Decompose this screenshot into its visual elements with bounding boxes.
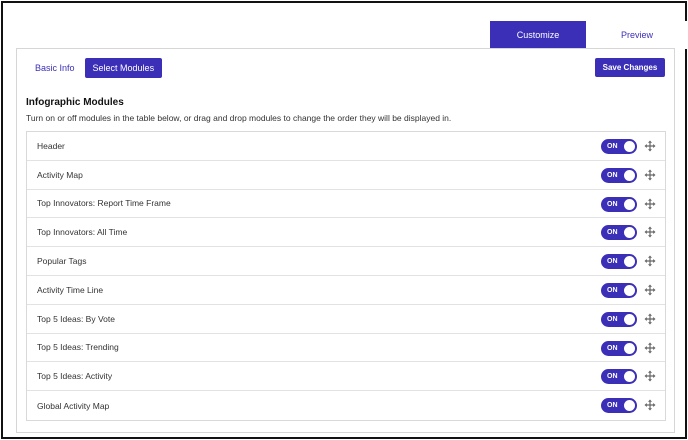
drag-move-icon[interactable]: [644, 169, 656, 181]
module-label: Activity Map: [37, 169, 83, 180]
drag-move-icon[interactable]: [644, 342, 656, 354]
window-frame: Customize Preview Basic Info Select Modu…: [1, 1, 688, 439]
subtab-basic-info[interactable]: Basic Info: [29, 58, 81, 78]
toggle-state: ON: [607, 286, 618, 294]
customize-panel: Basic Info Select Modules Save Changes I…: [16, 48, 675, 433]
module-row[interactable]: Top 5 Ideas: Activity ON: [27, 362, 665, 392]
tab-preview[interactable]: Preview: [586, 21, 688, 49]
module-toggle[interactable]: ON: [601, 196, 637, 212]
module-toggle[interactable]: ON: [601, 139, 637, 154]
section-description: Turn on or off modules in the table belo…: [26, 113, 452, 123]
drag-move-icon[interactable]: [644, 198, 656, 210]
tab-customize[interactable]: Customize: [490, 21, 586, 49]
module-label: Activity Time Line: [37, 284, 104, 295]
module-row[interactable]: Popular Tags ON: [27, 247, 665, 276]
toggle-knob: [624, 169, 635, 181]
drag-move-icon[interactable]: [644, 284, 656, 296]
module-label: Top 5 Ideas: Activity: [37, 371, 113, 382]
section-title: Infographic Modules: [26, 97, 124, 108]
toggle-knob: [624, 141, 635, 152]
top-tab-bar: Customize Preview: [490, 21, 688, 49]
toggle-state: ON: [607, 258, 618, 266]
module-label: Top 5 Ideas: By Vote: [37, 313, 115, 324]
toggle-knob: [624, 284, 635, 296]
module-toggle[interactable]: ON: [601, 369, 637, 385]
module-label: Header: [37, 140, 65, 151]
toggle-state: ON: [607, 171, 618, 179]
drag-move-icon[interactable]: [644, 370, 656, 382]
toggle-knob: [624, 342, 635, 354]
module-toggle[interactable]: ON: [601, 311, 637, 327]
module-row[interactable]: Activity Map ON: [27, 161, 665, 190]
save-changes-button[interactable]: Save Changes: [595, 58, 665, 77]
subtab-select-modules[interactable]: Select Modules: [84, 58, 163, 78]
toggle-knob: [624, 371, 635, 383]
modules-table: Header ON Activity Map ON Top Innovators…: [26, 131, 666, 421]
module-toggle[interactable]: ON: [601, 398, 637, 414]
module-label: Global Activity Map: [37, 400, 110, 411]
module-label: Top Innovators: All Time: [37, 227, 128, 238]
toggle-knob: [624, 198, 635, 210]
module-row[interactable]: Top Innovators: Report Time Frame ON: [27, 190, 665, 219]
module-toggle[interactable]: ON: [601, 225, 637, 241]
toggle-state: ON: [607, 143, 618, 150]
toggle-knob: [624, 313, 635, 325]
sub-tab-bar: Basic Info Select Modules: [29, 58, 163, 78]
toggle-state: ON: [607, 315, 618, 323]
module-row[interactable]: Header ON: [27, 132, 665, 161]
module-label: Popular Tags: [37, 256, 87, 267]
toggle-knob: [624, 227, 635, 239]
module-row[interactable]: Global Activity Map ON: [27, 391, 665, 420]
module-toggle[interactable]: ON: [601, 254, 637, 270]
drag-move-icon[interactable]: [644, 313, 656, 325]
module-toggle[interactable]: ON: [601, 167, 637, 183]
toggle-state: ON: [607, 402, 618, 410]
module-row[interactable]: Top 5 Ideas: By Vote ON: [27, 305, 665, 334]
drag-move-icon[interactable]: [644, 399, 656, 411]
module-toggle[interactable]: ON: [601, 340, 637, 356]
drag-move-icon[interactable]: [644, 255, 656, 267]
toggle-state: ON: [607, 344, 618, 352]
drag-move-icon[interactable]: [644, 140, 656, 152]
module-row[interactable]: Activity Time Line ON: [27, 276, 665, 305]
toggle-state: ON: [607, 200, 618, 208]
toggle-knob: [624, 400, 635, 412]
module-label: Top 5 Ideas: Trending: [37, 342, 119, 353]
module-row[interactable]: Top 5 Ideas: Trending ON: [27, 334, 665, 363]
module-toggle[interactable]: ON: [601, 282, 637, 298]
module-label: Top Innovators: Report Time Frame: [37, 198, 171, 209]
toggle-state: ON: [607, 373, 618, 381]
toggle-knob: [624, 256, 635, 268]
drag-move-icon[interactable]: [644, 226, 656, 238]
module-row[interactable]: Top Innovators: All Time ON: [27, 218, 665, 248]
toggle-state: ON: [607, 229, 618, 237]
